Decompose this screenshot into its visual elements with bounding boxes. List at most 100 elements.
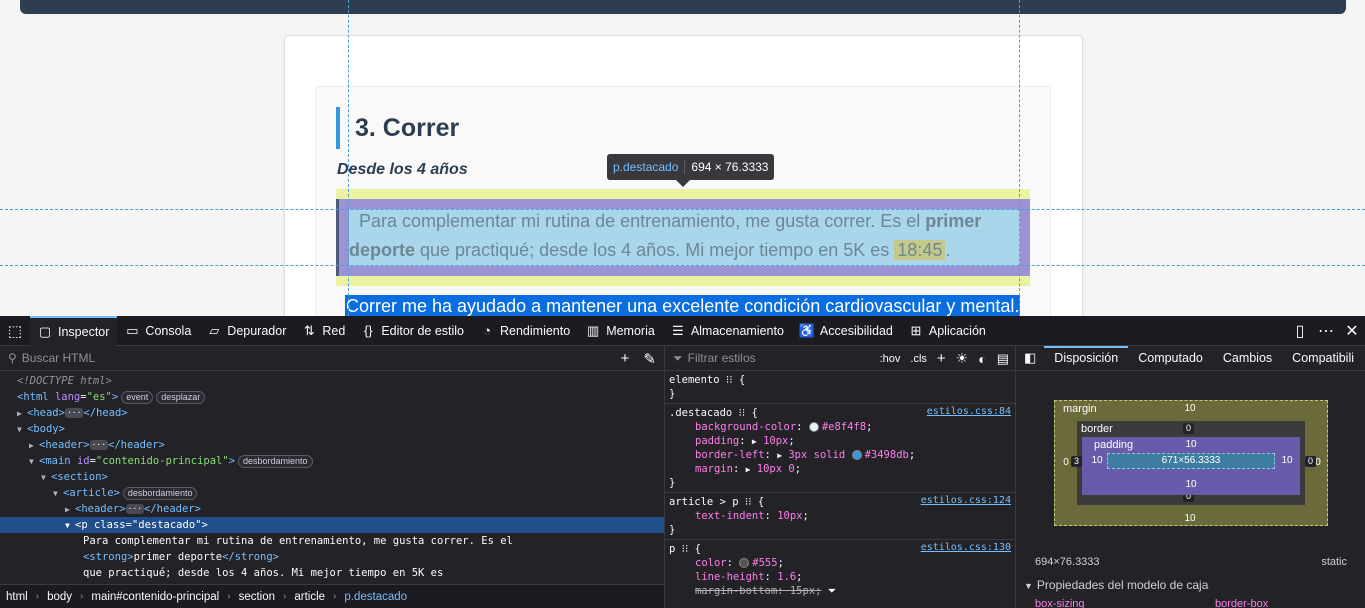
add-node-icon[interactable]: + <box>621 350 630 367</box>
tree-node-section[interactable]: ▼ <section> <box>0 469 664 485</box>
tree-node-body[interactable]: ▼ <body> <box>0 421 664 437</box>
tree-node-header[interactable]: ▶ <header> ··· </header> <box>0 437 664 453</box>
padding-left-value[interactable]: 10 <box>1090 455 1104 466</box>
html-search-bar[interactable]: ⚲ Buscar HTML + ✎ <box>0 346 664 371</box>
color-swatch[interactable] <box>851 450 862 460</box>
breadcrumb-item[interactable]: section <box>239 591 275 603</box>
expand-icon[interactable]: ▶ <box>65 502 75 518</box>
search-input[interactable]: Buscar HTML <box>22 351 95 365</box>
expand-icon[interactable]: ▶ <box>746 465 751 474</box>
tab-computed[interactable]: Computado <box>1128 346 1213 371</box>
tab-layout[interactable]: Disposición <box>1044 346 1129 371</box>
tab-application[interactable]: ⊞ Aplicación <box>901 316 994 346</box>
overflow-badge[interactable]: desbordamiento <box>238 455 313 468</box>
hov-toggle[interactable]: :hov <box>880 353 901 365</box>
highlighted-paragraph[interactable]: Para complementar mi rutina de entrenami… <box>349 207 1020 265</box>
color-swatch[interactable] <box>739 558 750 568</box>
prop-value[interactable]: 10px 0 <box>757 463 795 475</box>
collapsed-dots-icon[interactable]: ··· <box>89 440 109 450</box>
tab-performance[interactable]: ◔ Rendimiento <box>472 316 578 346</box>
more-options-icon[interactable]: ⋯ <box>1313 321 1339 341</box>
tab-console[interactable]: ▭ Consola <box>117 316 199 346</box>
tree-node-p-selected[interactable]: ▼ <p class="destacado"> <box>0 517 664 533</box>
rule-source-link[interactable]: estilos.css:124 <box>921 495 1011 506</box>
eyedropper-icon[interactable]: ✎ <box>643 350 656 368</box>
prop-value[interactable]: 10px <box>777 510 802 522</box>
dock-icon[interactable]: ▯ <box>1287 321 1313 341</box>
tree-text-node[interactable]: que practiqué; desde los 4 años. Mi mejo… <box>0 565 664 581</box>
prop-value[interactable]: 3px solid <box>788 449 845 461</box>
styles-filter-bar[interactable]: ⏷ Filtrar estilos :hov .cls + ☀ ◐ ▤ <box>665 346 1015 371</box>
rule-selector[interactable]: .destacado <box>669 407 732 419</box>
cls-toggle[interactable]: .cls <box>910 353 927 365</box>
light-scheme-icon[interactable]: ☀ <box>956 350 969 367</box>
tab-style-editor[interactable]: {} Editor de estilo <box>353 316 472 346</box>
rule-source-link[interactable]: estilos.css:84 <box>927 406 1011 417</box>
prop-value[interactable]: 10px <box>763 435 788 447</box>
tab-compatibility[interactable]: Compatibili <box>1282 346 1364 371</box>
collapse-icon[interactable]: ▼ <box>53 486 63 502</box>
tree-node-article[interactable]: ▼ <article> desbordamiento <box>0 485 664 501</box>
tree-node-article-header[interactable]: ▶ <header> ··· </header> <box>0 501 664 517</box>
expand-icon[interactable]: ▶ <box>29 438 39 454</box>
collapsed-dots-icon[interactable]: ··· <box>64 408 84 418</box>
tab-accessibility[interactable]: ♿ Accesibilidad <box>792 316 901 346</box>
print-media-icon[interactable]: ▤ <box>997 351 1009 367</box>
expand-icon[interactable]: ▶ <box>17 406 27 422</box>
prop-value-overridden[interactable]: 15px <box>790 585 815 597</box>
border-right-value[interactable]: 0 <box>1305 456 1317 467</box>
event-badge[interactable]: event <box>121 391 154 404</box>
border-top-value[interactable]: 0 <box>1183 423 1195 434</box>
collapse-icon[interactable]: ▼ <box>17 422 27 438</box>
tree-node-strong[interactable]: <strong>primer deporte</strong> <box>0 549 664 565</box>
rule-selector[interactable]: p <box>669 543 675 555</box>
dark-scheme-icon[interactable]: ◐ <box>978 351 986 367</box>
rule-source-link[interactable]: estilos.css:130 <box>921 542 1011 553</box>
expand-icon[interactable]: ▶ <box>777 451 782 460</box>
tree-text-node[interactable]: Para complementar mi rutina de entrenami… <box>0 533 664 549</box>
margin-bottom-value[interactable]: 10 <box>1183 513 1197 524</box>
rule-selector[interactable]: article > p <box>669 496 739 508</box>
tree-node-html[interactable]: <html lang="es"> event desplazar <box>0 389 664 405</box>
tree-node-doctype[interactable]: <!DOCTYPE html> <box>0 373 664 389</box>
prop-value[interactable]: 1.6 <box>777 571 796 583</box>
tab-debugger[interactable]: ▱ Depurador <box>199 316 294 346</box>
tree-node-head[interactable]: ▶ <head> ··· </head> <box>0 405 664 421</box>
padding-bottom-value[interactable]: 10 <box>1184 479 1198 490</box>
tab-changes[interactable]: Cambios <box>1213 346 1282 371</box>
element-picker-icon[interactable]: ⬚ <box>0 316 30 346</box>
filter-icon[interactable]: ⏷ <box>828 585 836 597</box>
rule-selector[interactable]: elemento <box>669 374 720 386</box>
scroll-badge[interactable]: desplazar <box>156 391 206 404</box>
overflow-badge[interactable]: desbordamiento <box>122 487 198 500</box>
collapse-icon[interactable]: ▼ <box>41 470 51 486</box>
padding-top-value[interactable]: 10 <box>1184 439 1198 450</box>
sidebar-toggle-icon[interactable]: ◧ <box>1016 350 1044 366</box>
breadcrumb-item[interactable]: body <box>47 591 72 603</box>
prop-value[interactable]: #e8f4f8 <box>822 421 866 433</box>
filter-input[interactable]: Filtrar estilos <box>688 351 756 365</box>
padding-right-value[interactable]: 10 <box>1280 455 1294 466</box>
tree-node-main[interactable]: ▼ <main id="contenido-principal"> desborda… <box>0 453 664 469</box>
close-icon[interactable]: ✕ <box>1339 321 1365 341</box>
tab-network[interactable]: ⇅ Red <box>294 316 353 346</box>
box-model-content[interactable]: 671×56.3333 <box>1107 453 1275 469</box>
tab-storage[interactable]: ☰ Almacenamiento <box>663 316 792 346</box>
tab-memory[interactable]: ▥ Memoria <box>578 316 663 346</box>
collapse-icon[interactable]: ▼ <box>29 454 39 470</box>
breadcrumb-item[interactable]: main#contenido-principal <box>91 591 219 603</box>
breadcrumb-item[interactable]: article <box>294 591 325 603</box>
border-left-value[interactable]: 3 <box>1071 456 1083 467</box>
collapsed-dots-icon[interactable]: ··· <box>125 504 145 514</box>
breadcrumb-item-current[interactable]: p.destacado <box>344 591 407 603</box>
breadcrumb-item[interactable]: html <box>6 591 28 603</box>
margin-top-value[interactable]: 10 <box>1183 403 1197 414</box>
box-model-properties-header[interactable]: ▼ Propiedades del modelo de caja <box>1024 578 1208 592</box>
collapse-icon[interactable]: ▼ <box>65 518 75 534</box>
add-rule-icon[interactable]: + <box>937 350 946 367</box>
tab-inspector[interactable]: ▢ Inspector <box>30 315 118 346</box>
selected-text[interactable]: Correr me ha ayudado a mantener una exce… <box>345 295 1021 316</box>
prop-value[interactable]: #3498db <box>865 449 909 461</box>
prop-value[interactable]: #555 <box>752 557 777 569</box>
color-swatch[interactable] <box>808 422 819 432</box>
